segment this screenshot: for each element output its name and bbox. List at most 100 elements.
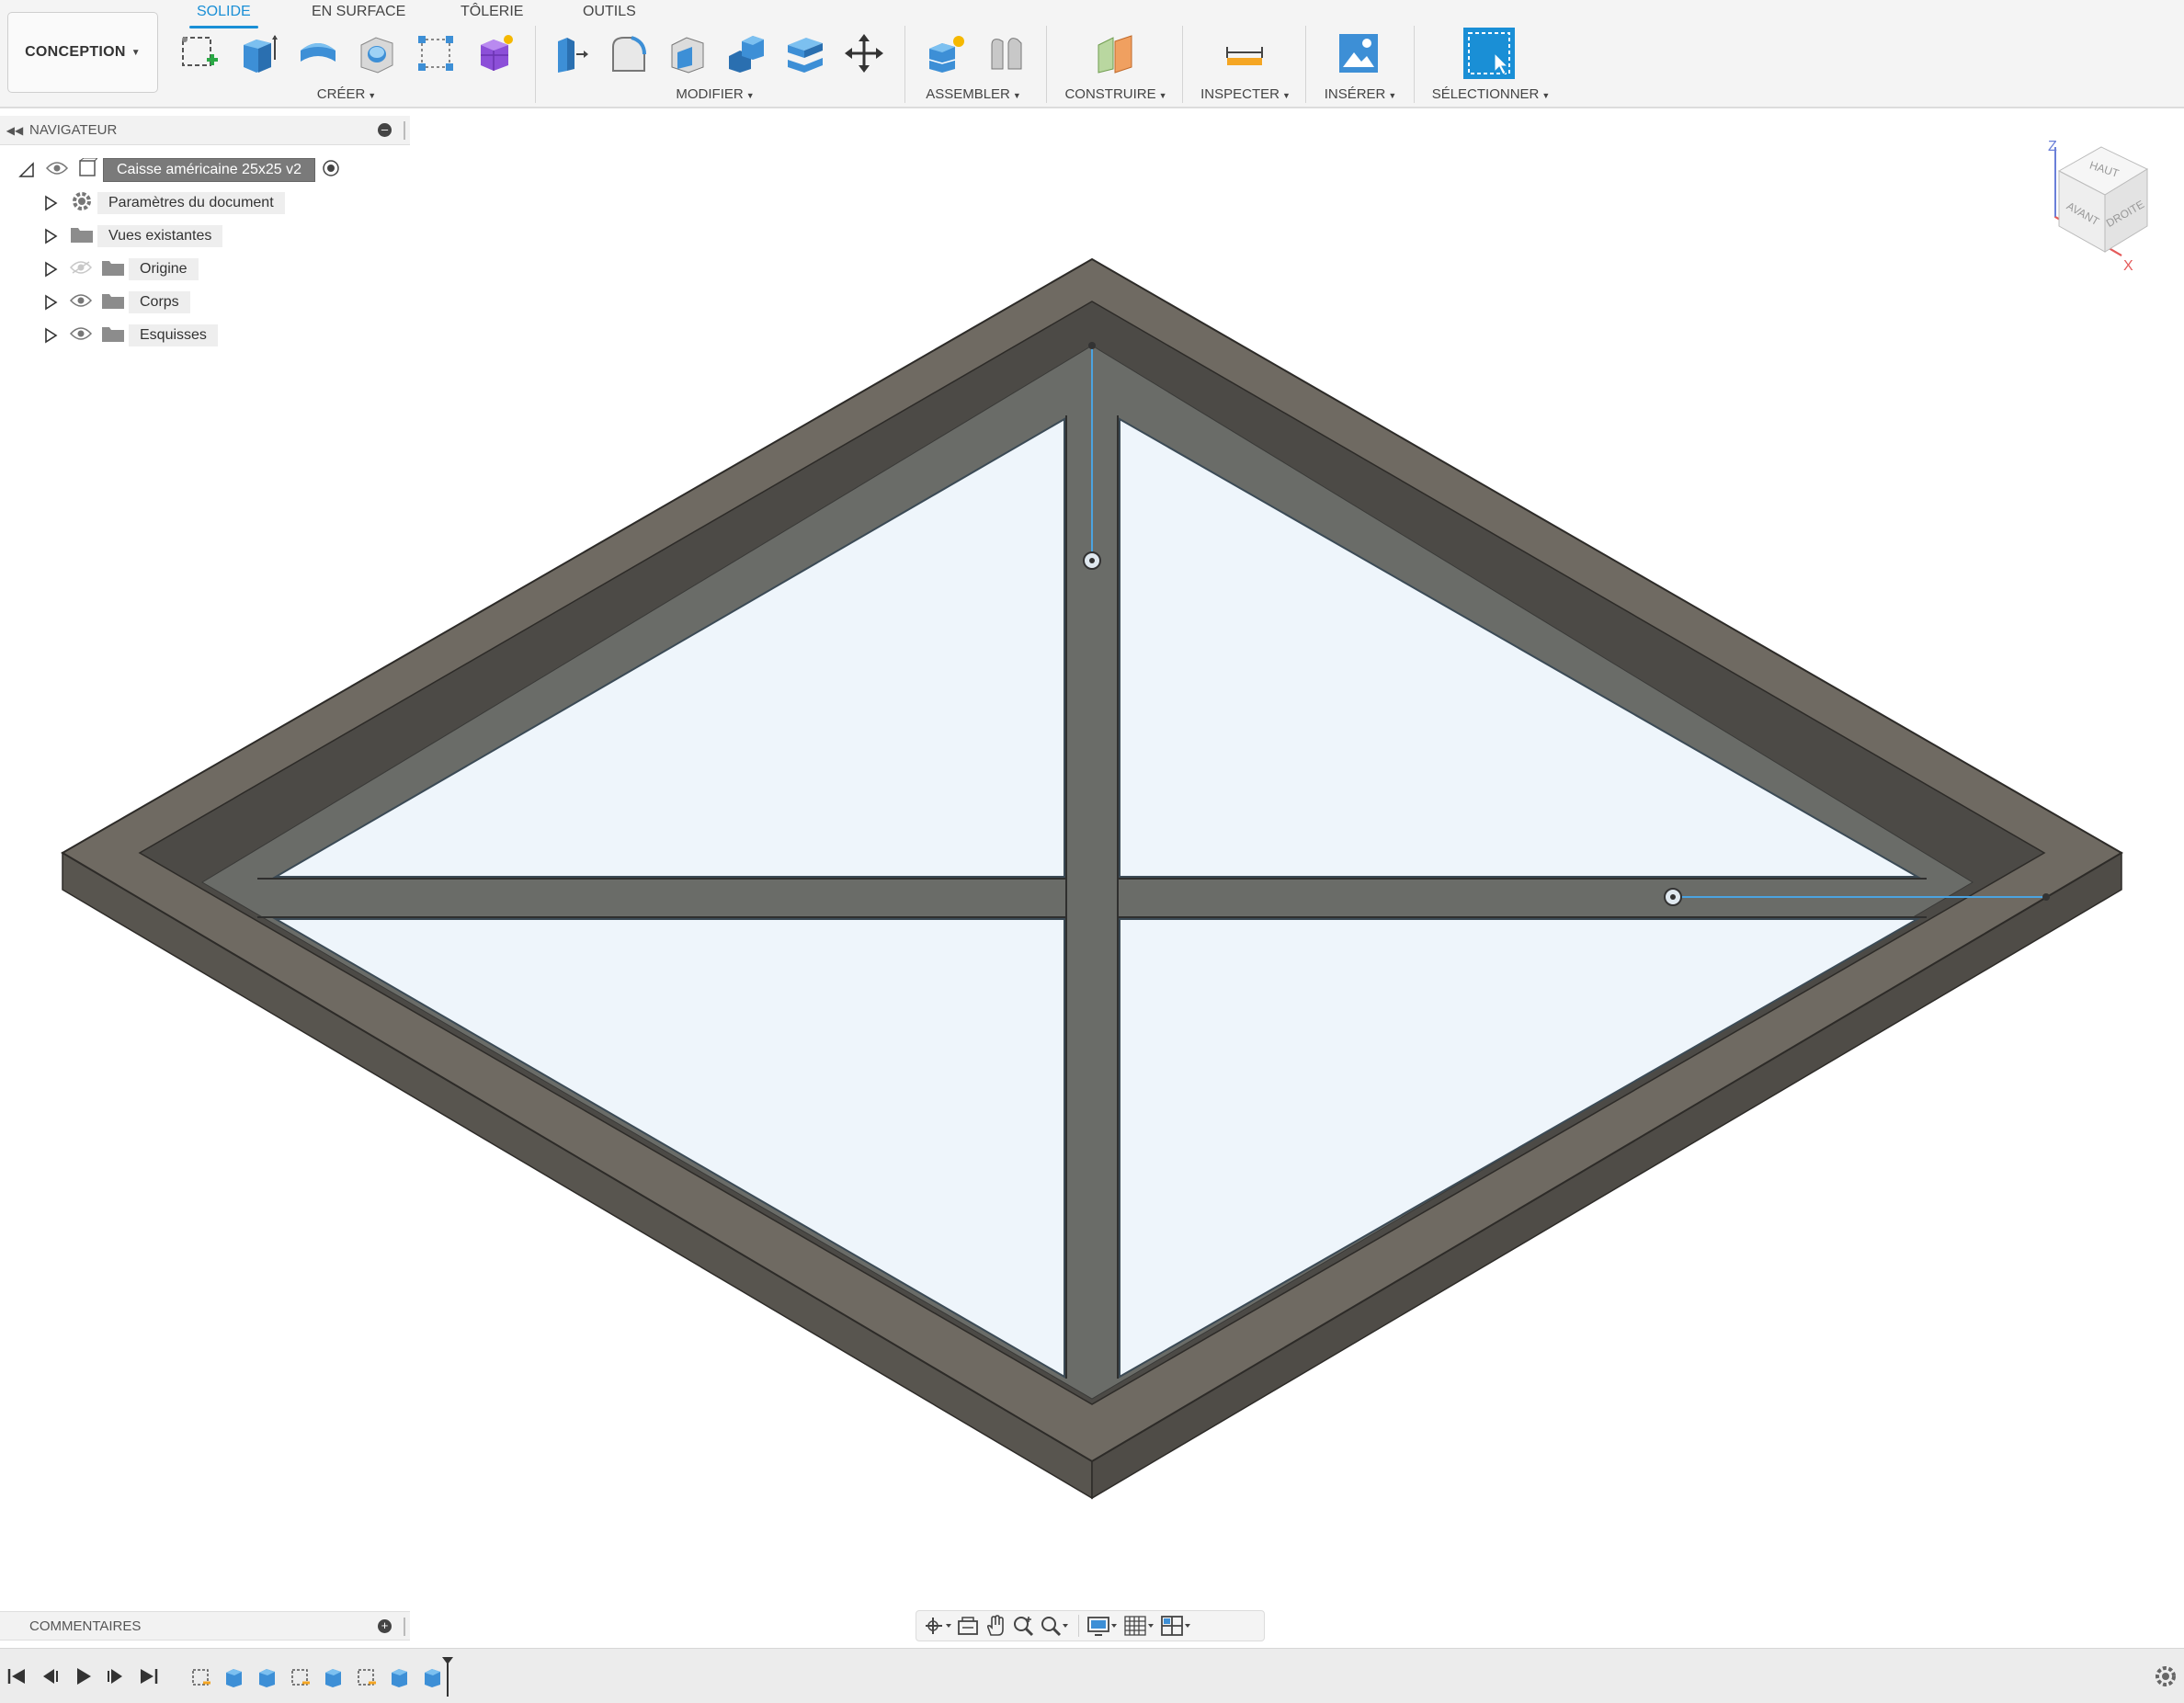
workspace-switcher-button[interactable]: CONCEPTION ▼ bbox=[7, 12, 158, 93]
comments-panel[interactable]: COMMENTAIRES + bbox=[0, 1611, 410, 1641]
glass-panel-bottom-right bbox=[1119, 918, 1921, 1379]
collapsed-triangle-icon[interactable] bbox=[42, 227, 59, 245]
ribbon-toolbar: CONCEPTION ▼ SOLIDE EN SURFACE TÔLERIE O… bbox=[0, 0, 2184, 108]
step-back-icon[interactable] bbox=[37, 1663, 63, 1689]
timeline-extrude-icon[interactable] bbox=[388, 1665, 412, 1689]
timeline-settings-gear-icon[interactable] bbox=[2153, 1663, 2178, 1689]
expanded-triangle-icon[interactable] bbox=[18, 161, 35, 179]
glass-panel-bottom-left bbox=[272, 918, 1065, 1379]
eye-hidden-icon[interactable] bbox=[69, 260, 93, 279]
toolbar-divider bbox=[1046, 26, 1047, 103]
timeline-sketch-icon[interactable] bbox=[355, 1665, 379, 1689]
frame-inner-wall bbox=[138, 301, 2046, 1405]
collapsed-triangle-icon[interactable] bbox=[42, 194, 59, 212]
folder-icon bbox=[101, 258, 125, 281]
folder-icon bbox=[101, 291, 125, 314]
insert-image-button[interactable] bbox=[1335, 29, 1382, 77]
fillet-button[interactable] bbox=[605, 29, 653, 77]
display-settings-icon[interactable] bbox=[1086, 1612, 1118, 1640]
look-at-icon[interactable] bbox=[957, 1612, 979, 1640]
frame-floor bbox=[201, 345, 1974, 1400]
activate-radio-icon[interactable] bbox=[321, 158, 341, 183]
eye-icon[interactable] bbox=[69, 293, 93, 312]
collapsed-triangle-icon[interactable] bbox=[42, 326, 59, 345]
group-construire[interactable]: CONSTRUIRE ▼ bbox=[1064, 86, 1166, 102]
tree-item-vues-existantes[interactable]: Vues existantes bbox=[42, 222, 223, 250]
zoom-icon[interactable] bbox=[1012, 1612, 1034, 1640]
hole-button[interactable] bbox=[353, 29, 401, 77]
group-selectionner[interactable]: SÉLECTIONNER ▼ bbox=[1432, 86, 1551, 102]
toolbar-divider bbox=[1182, 26, 1183, 103]
timeline-marker[interactable] bbox=[441, 1656, 454, 1697]
collapsed-triangle-icon[interactable] bbox=[42, 260, 59, 278]
offset-face-button[interactable] bbox=[781, 29, 829, 77]
tree-item-label: Vues existantes bbox=[97, 225, 223, 247]
group-creer[interactable]: CRÉER ▼ bbox=[317, 86, 376, 102]
select-button[interactable] bbox=[1463, 28, 1515, 79]
combine-button[interactable] bbox=[722, 29, 770, 77]
view-cube[interactable]: HAUT AVANT DROITE Z X bbox=[2039, 134, 2177, 281]
viewports-icon[interactable] bbox=[1160, 1612, 1191, 1640]
pattern-button[interactable] bbox=[412, 29, 460, 77]
tree-item-corps[interactable]: Corps bbox=[42, 289, 190, 316]
joint-origin-icon-1 bbox=[1083, 551, 1101, 570]
timeline-sketch-icon[interactable] bbox=[189, 1665, 213, 1689]
panel-resize-handle[interactable] bbox=[404, 121, 407, 140]
tree-item-parametres[interactable]: Paramètres du document bbox=[42, 189, 285, 217]
group-inserer[interactable]: INSÉRER ▼ bbox=[1325, 86, 1397, 102]
play-icon[interactable] bbox=[70, 1663, 96, 1689]
press-pull-icon bbox=[558, 38, 588, 73]
tree-item-esquisses[interactable]: Esquisses bbox=[42, 322, 218, 349]
collapsed-triangle-icon[interactable] bbox=[42, 293, 59, 312]
orbit-icon[interactable] bbox=[924, 1612, 951, 1640]
timeline-extrude-icon[interactable] bbox=[322, 1665, 346, 1689]
navigator-title: NAVIGATEUR bbox=[29, 122, 118, 138]
create-form-button[interactable] bbox=[471, 29, 518, 77]
offset-plane-button[interactable] bbox=[1092, 29, 1140, 77]
sketch-icon bbox=[182, 37, 218, 66]
step-forward-icon[interactable] bbox=[103, 1663, 129, 1689]
joint-button[interactable] bbox=[982, 29, 1029, 77]
toolbar-divider bbox=[1305, 26, 1306, 103]
eye-icon[interactable] bbox=[69, 326, 93, 346]
timeline-extrude-icon[interactable] bbox=[256, 1665, 279, 1689]
minimize-icon[interactable]: – bbox=[378, 123, 392, 137]
fit-zoom-icon[interactable] bbox=[1040, 1612, 1069, 1640]
collapse-panel-icon[interactable]: ◀◀ bbox=[0, 124, 29, 137]
new-component-button[interactable] bbox=[921, 29, 969, 77]
tree-item-origine[interactable]: Origine bbox=[42, 255, 199, 283]
tree-root-row[interactable]: Caisse américaine 25x25 v2 bbox=[18, 156, 341, 184]
axis-z-label: Z bbox=[2048, 139, 2057, 154]
fillet-icon bbox=[612, 36, 646, 72]
tab-tolerie[interactable]: TÔLERIE bbox=[461, 2, 523, 26]
go-to-end-icon[interactable] bbox=[136, 1663, 162, 1689]
measure-button[interactable] bbox=[1221, 29, 1268, 77]
group-inspecter[interactable]: INSPECTER ▼ bbox=[1200, 86, 1291, 102]
timeline-sketch-icon[interactable] bbox=[289, 1665, 313, 1689]
shell-button[interactable] bbox=[664, 29, 711, 77]
add-comment-icon[interactable]: + bbox=[378, 1619, 392, 1633]
group-modifier[interactable]: MODIFIER ▼ bbox=[676, 86, 754, 102]
grid-settings-icon[interactable] bbox=[1123, 1612, 1155, 1640]
fusion-app-window: CONCEPTION ▼ SOLIDE EN SURFACE TÔLERIE O… bbox=[0, 0, 2184, 1703]
create-sketch-button[interactable] bbox=[176, 29, 224, 77]
group-assembler[interactable]: ASSEMBLER ▼ bbox=[926, 86, 1021, 102]
tab-en-surface[interactable]: EN SURFACE bbox=[312, 2, 405, 26]
root-component-label[interactable]: Caisse américaine 25x25 v2 bbox=[103, 158, 315, 182]
pan-hand-icon[interactable] bbox=[984, 1612, 1007, 1640]
gear-icon bbox=[70, 189, 94, 218]
panel-resize-handle[interactable] bbox=[404, 1618, 407, 1636]
glass-panel-top-right bbox=[1119, 417, 1921, 878]
move-button[interactable] bbox=[840, 29, 888, 77]
press-pull-button[interactable] bbox=[546, 29, 594, 77]
model-viewport[interactable] bbox=[0, 0, 2184, 1703]
tab-solide[interactable]: SOLIDE bbox=[189, 2, 258, 28]
tab-outils[interactable]: OUTILS bbox=[583, 2, 636, 26]
revolve-button[interactable] bbox=[294, 29, 342, 77]
toolbar-divider bbox=[535, 26, 536, 103]
timeline-extrude-icon[interactable] bbox=[222, 1665, 246, 1689]
eye-icon[interactable] bbox=[45, 161, 69, 180]
go-to-start-icon[interactable] bbox=[4, 1663, 29, 1689]
crossbar-horizontal bbox=[257, 878, 1927, 918]
extrude-button[interactable] bbox=[235, 29, 283, 77]
